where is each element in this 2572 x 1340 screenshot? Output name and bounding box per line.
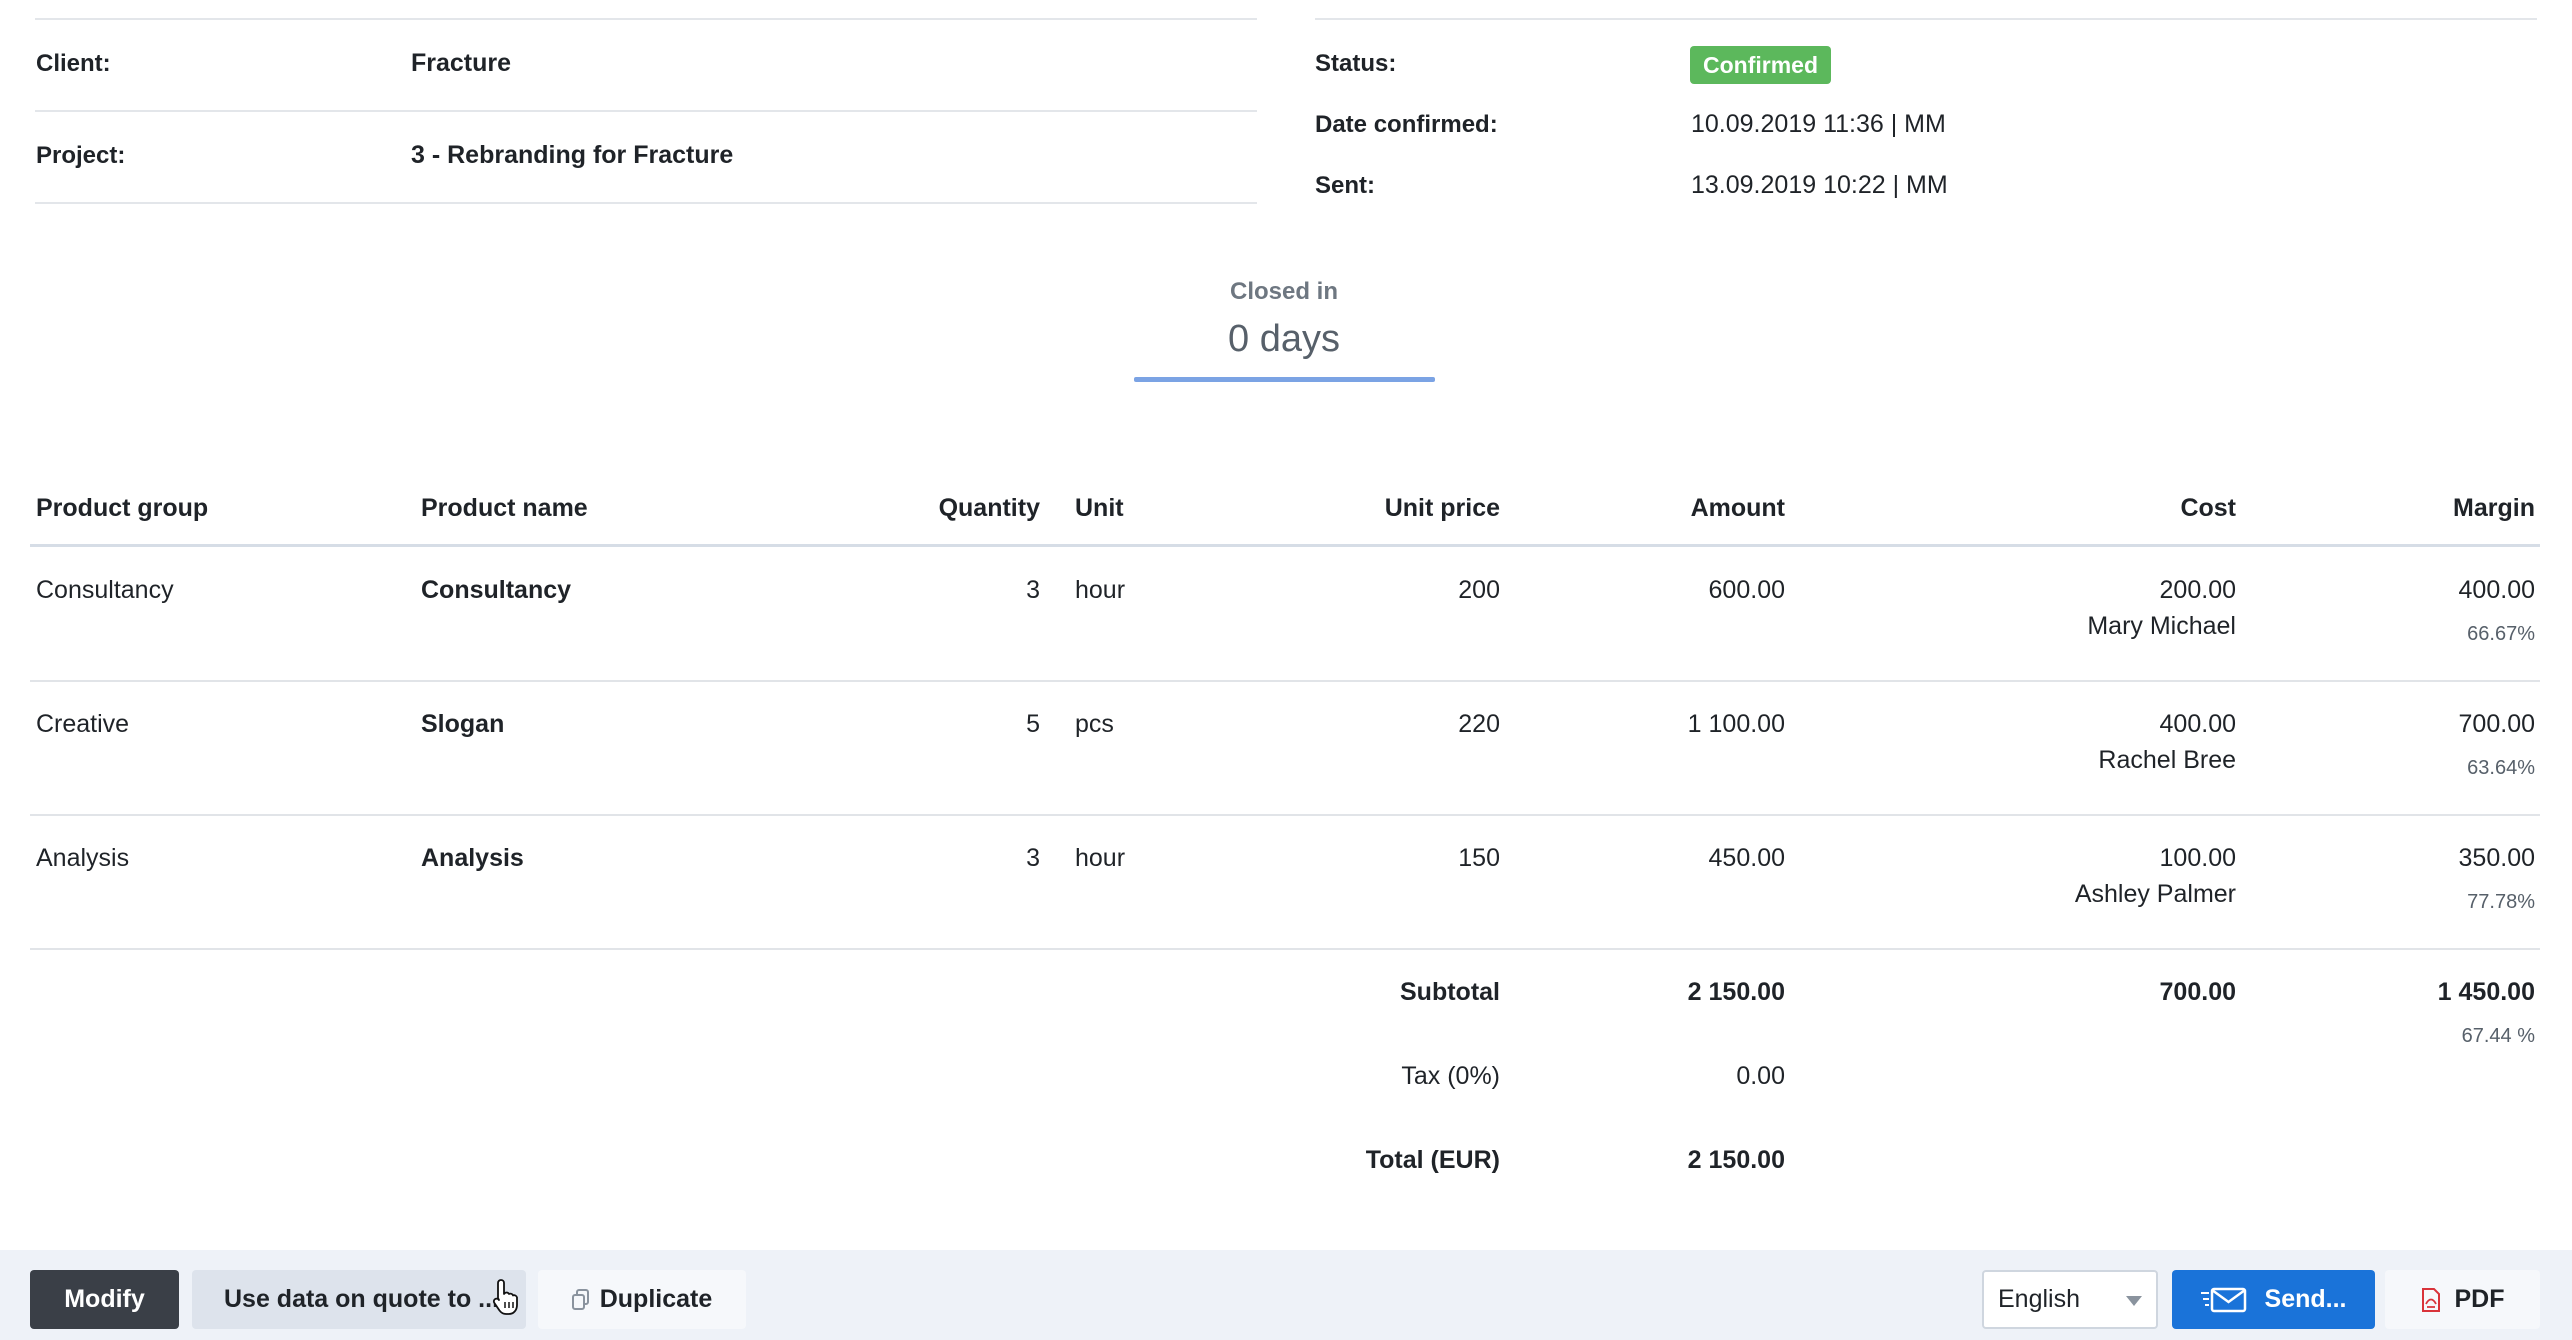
language-select[interactable]: English [1982, 1270, 2158, 1329]
subtotal-cost: 700.00 [2159, 978, 2236, 1006]
table-row-1-margin: 400.00 [2458, 576, 2535, 604]
table-row-2-quantity: 5 [1026, 710, 1040, 738]
project-value[interactable]: 3 - Rebranding for Fracture [411, 141, 733, 170]
status-badge: Confirmed [1690, 46, 1831, 84]
table-row-1-quantity: 3 [1026, 576, 1040, 604]
table-row-3-quantity: 3 [1026, 844, 1040, 872]
table-row-2-amount: 1 100.00 [1687, 710, 1785, 738]
total-label: Total (EUR) [1365, 1146, 1500, 1174]
date-confirmed-label: Date confirmed: [1315, 111, 1498, 138]
client-divider [35, 110, 1257, 112]
subtotal-label: Subtotal [1400, 978, 1500, 1006]
pdf-file-icon [2421, 1287, 2441, 1312]
table-row-3-margin-pct: 77.78% [2467, 891, 2535, 913]
use-data-on-quote-label: Use data on quote to ... [224, 1285, 500, 1313]
table-row-1-name: Consultancy [421, 576, 572, 604]
tax-amount: 0.00 [1736, 1062, 1785, 1090]
closed-in-value: 0 days [1228, 318, 1340, 360]
table-row-2-name: Slogan [421, 710, 505, 738]
closed-in-underline [1134, 377, 1435, 382]
pdf-button[interactable]: PDF [2385, 1270, 2540, 1329]
table-row-2-cost: 400.00 [2159, 710, 2236, 738]
top-divider-left [35, 18, 1257, 20]
sent-label: Sent: [1315, 172, 1375, 199]
table-row-2-margin-pct: 63.64% [2467, 757, 2535, 779]
col-header-unit: Unit [1075, 494, 1124, 522]
row-divider [30, 814, 2540, 816]
tax-label: Tax (0%) [1401, 1062, 1500, 1090]
duplicate-label: Duplicate [599, 1285, 713, 1313]
project-divider [35, 202, 1257, 204]
row-divider [30, 680, 2540, 682]
row-divider [30, 948, 2540, 950]
table-row-1-unit-price: 200 [1458, 576, 1500, 604]
col-header-product-name: Product name [421, 494, 588, 522]
col-header-margin: Margin [2453, 494, 2535, 522]
total-amount: 2 150.00 [1687, 1146, 1785, 1174]
table-row-1-amount: 600.00 [1708, 576, 1785, 604]
table-header-divider [30, 544, 2540, 547]
sent-value: 13.09.2019 10:22 | MM [1691, 171, 1948, 199]
project-label: Project: [36, 142, 126, 169]
table-row-1-unit: hour [1075, 576, 1126, 604]
table-row-2-margin: 700.00 [2458, 710, 2535, 738]
top-divider-right [1315, 18, 2537, 20]
status-label: Status: [1315, 50, 1397, 77]
table-row-3-unit: hour [1075, 844, 1126, 872]
table-row-3-cost-person: Ashley Palmer [2074, 880, 2236, 908]
client-value[interactable]: Fracture [411, 49, 511, 78]
hand-pointer-icon [492, 1278, 522, 1321]
table-row-3-unit-price: 150 [1458, 844, 1500, 872]
envelope-send-icon [2200, 1286, 2247, 1314]
table-row-3-cost: 100.00 [2159, 844, 2236, 872]
table-row-1-group: Consultancy [36, 576, 174, 604]
pdf-label: PDF [2454, 1285, 2505, 1313]
use-data-on-quote-button[interactable]: Use data on quote to ... [192, 1270, 526, 1329]
date-confirmed-value: 10.09.2019 11:36 | MM [1691, 110, 1946, 138]
send-label: Send... [2264, 1285, 2347, 1313]
table-row-1-cost: 200.00 [2159, 576, 2236, 604]
table-row-2-group: Creative [36, 710, 130, 738]
language-select-value: English [1998, 1285, 2080, 1313]
subtotal-amount: 2 150.00 [1687, 978, 1785, 1006]
table-row-2-unit: pcs [1075, 710, 1114, 738]
col-header-amount: Amount [1690, 494, 1785, 522]
table-row-3-group: Analysis [36, 844, 130, 872]
table-row-1-cost-person: Mary Michael [2087, 612, 2236, 640]
closed-in-label: Closed in [1229, 278, 1338, 305]
table-row-3-amount: 450.00 [1708, 844, 1785, 872]
duplicate-button[interactable]: Duplicate [538, 1270, 746, 1329]
table-row-3-name: Analysis [421, 844, 524, 872]
table-row-1-margin-pct: 66.67% [2467, 623, 2535, 645]
subtotal-margin-pct: 67.44 % [2461, 1025, 2535, 1047]
col-header-unit-price: Unit price [1384, 494, 1500, 522]
table-row-2-unit-price: 220 [1458, 710, 1500, 738]
chevron-down-icon [2126, 1296, 2142, 1306]
table-row-3-margin: 350.00 [2458, 844, 2535, 872]
send-button[interactable]: Send... [2172, 1270, 2375, 1329]
subtotal-margin: 1 450.00 [2437, 978, 2535, 1006]
copy-icon [571, 1288, 590, 1311]
col-header-cost: Cost [2180, 494, 2236, 522]
table-row-2-cost-person: Rachel Bree [2098, 746, 2236, 774]
col-header-product-group: Product group [36, 494, 209, 522]
modify-button[interactable]: Modify [30, 1270, 179, 1329]
client-label: Client: [36, 50, 111, 77]
col-header-quantity: Quantity [938, 494, 1040, 522]
